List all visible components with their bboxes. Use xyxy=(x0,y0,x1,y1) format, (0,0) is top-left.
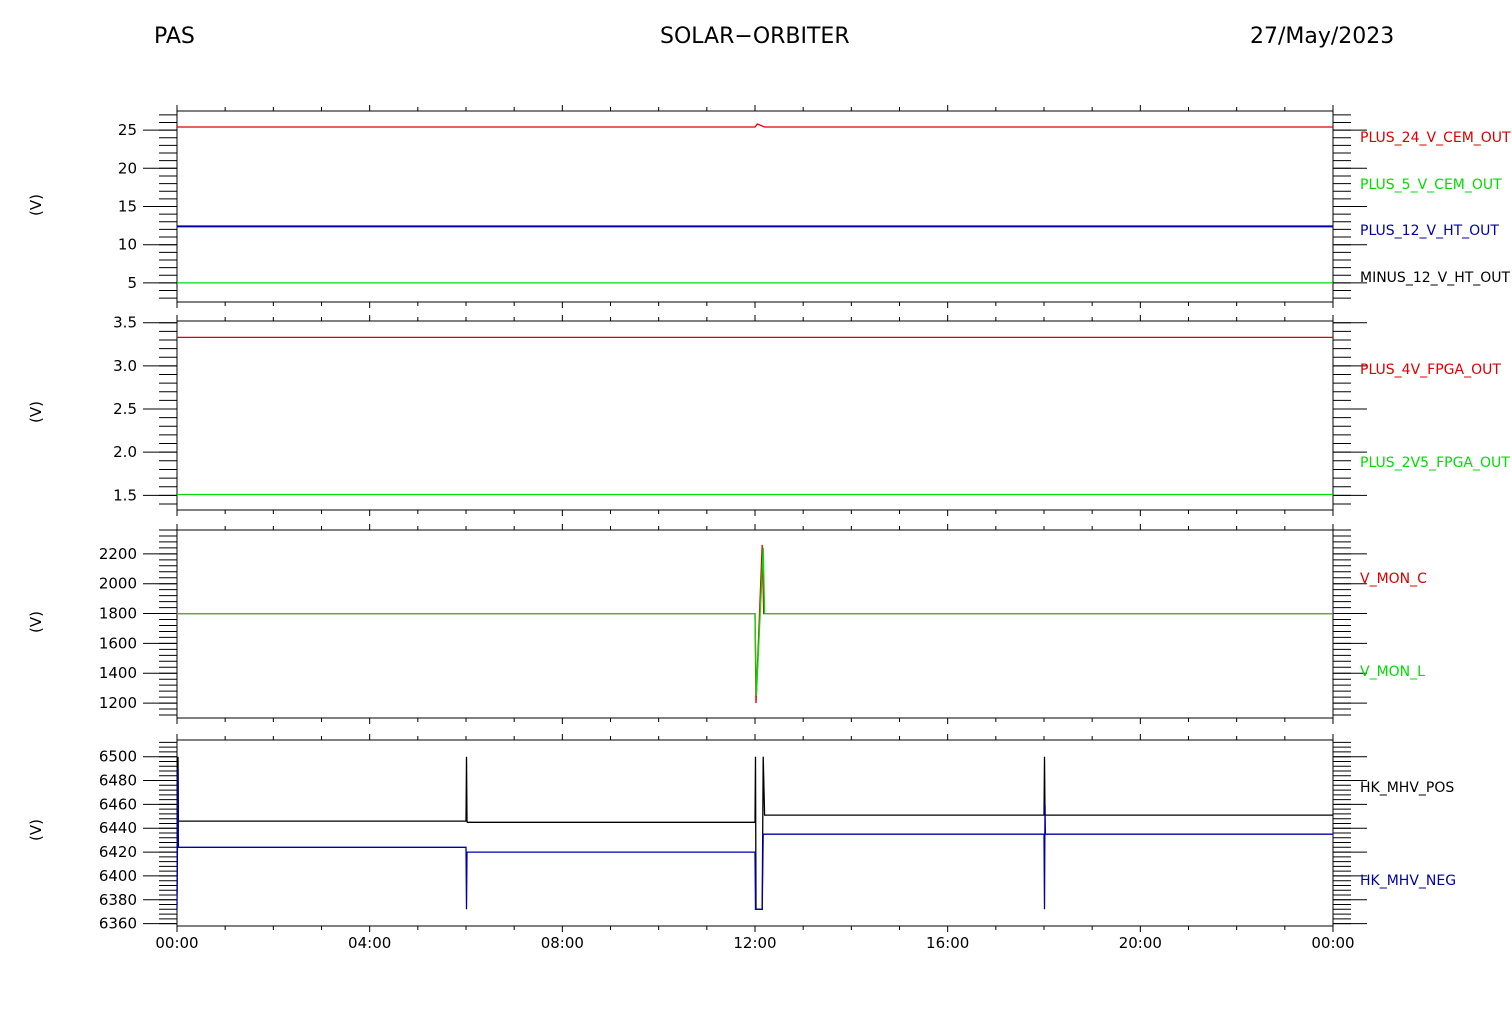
x-tick-label: 00:00 xyxy=(155,934,198,952)
y-tick-label: 25 xyxy=(118,121,137,139)
legend-label: PLUS_24_V_CEM_OUT xyxy=(1360,130,1511,146)
y-axis-label: (V) xyxy=(27,401,45,423)
legend-label: MINUS_12_V_HT_OUT xyxy=(1360,270,1511,286)
y-axis-label: (V) xyxy=(27,819,45,841)
plot-frame xyxy=(176,320,1334,511)
y-tick-label: 1800 xyxy=(99,605,137,623)
panel-3: 1200 1400 1600 1800 2000 2200 (V) V_MON_C V_MON_… xyxy=(27,524,1427,724)
y-axis-label: (V) xyxy=(27,611,45,633)
y-tick-label: 20 xyxy=(118,159,137,177)
y-tick-label: 15 xyxy=(118,198,137,216)
legend-label: PLUS_4V_FPGA_OUT xyxy=(1360,362,1501,378)
housekeeping-chart-stack: 5 10 15 20 25 (V) PLUS_24_V_CEM_OUT PLUS_5_V_CE… xyxy=(27,105,1511,952)
series-line xyxy=(177,123,1333,128)
legend-label: PLUS_12_V_HT_OUT xyxy=(1360,223,1499,239)
y-tick-label: 1600 xyxy=(99,634,137,652)
y-tick-label: 6420 xyxy=(99,843,137,861)
y-tick-label: 6480 xyxy=(99,772,137,790)
x-tick-label: 16:00 xyxy=(926,934,969,952)
series-line xyxy=(177,547,1333,696)
legend-label: V_MON_C xyxy=(1360,571,1427,587)
y-tick-label: 6360 xyxy=(99,915,137,933)
y-tick-label: 10 xyxy=(118,236,137,254)
y-axis-label: (V) xyxy=(27,194,45,216)
legend-label: PLUS_5_V_CEM_OUT xyxy=(1360,177,1502,193)
y-tick-label: 6400 xyxy=(99,867,137,885)
legend-label: V_MON_L xyxy=(1360,664,1425,680)
x-tick-label: 04:00 xyxy=(348,934,391,952)
y-tick-label: 2.5 xyxy=(113,400,137,418)
y-tick-label: 2200 xyxy=(99,545,137,563)
plot-frame xyxy=(176,110,1334,303)
y-tick-label: 2000 xyxy=(99,575,137,593)
y-tick-label: 1400 xyxy=(99,664,137,682)
y-tick-label: 3.5 xyxy=(113,314,137,332)
panel-1: 5 10 15 20 25 (V) PLUS_24_V_CEM_OUT PLUS_5_V_CE… xyxy=(27,105,1511,308)
y-tick-label: 6380 xyxy=(99,891,137,909)
plot-page: PAS SOLAR−ORBITER 27/May/2023 5 10 15 20 25(… xyxy=(0,0,1512,1020)
panel-2: 1.5 2.0 2.5 3.0 3.5 (V) PLUS_4V_FPGA_OUT PLUS_2… xyxy=(27,314,1510,516)
y-tick-label: 6460 xyxy=(99,795,137,813)
x-tick-label: 08:00 xyxy=(541,934,584,952)
y-tick-label: 6500 xyxy=(99,748,137,766)
y-tick-label: 3.0 xyxy=(113,357,137,375)
legend-label: PLUS_2V5_FPGA_OUT xyxy=(1360,455,1510,471)
legend-label: HK_MHV_NEG xyxy=(1360,873,1456,889)
y-tick-label: 2.0 xyxy=(113,443,137,461)
y-tick-label: 6440 xyxy=(99,819,137,837)
x-tick-label: 20:00 xyxy=(1119,934,1162,952)
panel-4: 6360 6380 6400 6420 6440 6460 6480 6500 (V) HK_MH… xyxy=(27,734,1456,952)
x-tick-label: 00:00 xyxy=(1311,934,1354,952)
legend-label: HK_MHV_POS xyxy=(1360,780,1454,796)
x-tick-label: 12:00 xyxy=(733,934,776,952)
y-tick-label: 1200 xyxy=(99,694,137,712)
y-tick-label: 5 xyxy=(127,274,137,292)
y-tick-label: 1.5 xyxy=(113,486,137,504)
